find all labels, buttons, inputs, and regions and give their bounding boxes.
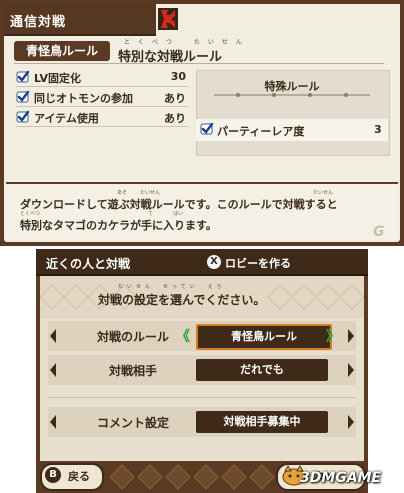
ruby-text: たいせん <box>313 190 334 196</box>
party-rarity-value: 3 <box>374 123 382 136</box>
checkmark-icon <box>200 122 214 135</box>
option-label: 対戦相手 <box>108 364 157 378</box>
option-value[interactable]: 対戦相手募集中 <box>196 411 328 433</box>
setting-label: LV固定化 <box>34 72 82 85</box>
party-rarity-label: パーティーレア度 <box>217 125 305 138</box>
ruby-text: とくべつ <box>20 211 40 217</box>
back-label[interactable]: 戻る <box>68 468 90 484</box>
row-divider <box>16 106 188 107</box>
top-screen-title: 通信対戦 <box>10 15 67 30</box>
row-divider <box>16 86 188 87</box>
x-button-icon[interactable]: X <box>207 255 221 269</box>
top-title-bar-spacer <box>180 4 400 34</box>
checkmark-icon <box>16 70 30 83</box>
ruby-text: たいせん <box>140 190 161 196</box>
row-divider <box>16 126 188 127</box>
setting-same-otomon: 同じオトモンの参加 あり <box>16 88 188 106</box>
setting-lv-fixed: LV固定化 30 <box>16 68 188 86</box>
setting-value: あり <box>164 92 186 105</box>
description-line-2: 特別なタマゴのカケラが手に入ります。 <box>20 219 217 232</box>
instruction-ruby: たいせん せってい えら <box>118 284 226 290</box>
option-row-comment[interactable]: コメント設定 対戦相手募集中 <box>48 407 356 437</box>
diamond-pattern-band <box>110 464 300 490</box>
red-emblem-icon <box>158 8 178 30</box>
arrow-left-icon <box>50 329 56 343</box>
ruby-text: はい <box>173 211 184 217</box>
selector-right-icon[interactable]: 》 <box>326 326 340 346</box>
ruby-text: あそ <box>117 190 128 196</box>
setting-label: 同じオトモンの参加 <box>34 92 133 105</box>
option-row-rule[interactable]: 対戦のルール 《 青怪鳥ルール 》 <box>48 321 356 351</box>
setting-value: 30 <box>170 70 186 83</box>
rule-name-ruby: とくべつ たいせん <box>124 39 250 46</box>
game-logo-icon: G <box>373 224 385 240</box>
setting-value: あり <box>164 112 186 125</box>
arrow-right-icon <box>348 363 354 377</box>
option-row-opponent[interactable]: 対戦相手 だれでも <box>48 355 356 385</box>
setting-item-use: アイテム使用 あり <box>16 108 188 126</box>
watermark-logo: 3DMGAME <box>300 470 382 486</box>
arrow-left-icon <box>50 415 56 429</box>
nearby-battle-title: 近くの人と対戦 <box>46 257 131 271</box>
create-lobby-label[interactable]: ロビーを作る <box>225 255 291 271</box>
checkmark-icon <box>16 90 30 103</box>
rule-divider <box>14 63 384 64</box>
option-value-selected[interactable]: 青怪鳥ルール <box>196 324 332 350</box>
instruction-text: 対戦の設定を選んでください。 <box>98 293 266 307</box>
b-button-icon[interactable]: B <box>45 467 61 483</box>
options-divider <box>48 397 356 398</box>
rule-badge: 青怪鳥ルール <box>14 41 110 61</box>
arrow-left-icon <box>50 363 56 377</box>
option-value[interactable]: だれでも <box>196 359 328 381</box>
setting-label: アイテム使用 <box>34 112 99 125</box>
checkmark-icon <box>16 110 30 123</box>
arrow-right-icon <box>348 415 354 429</box>
ornament-divider-icon <box>214 93 370 97</box>
selector-left-icon[interactable]: 《 <box>176 326 190 346</box>
option-label: コメント設定 <box>96 416 169 430</box>
arrow-right-icon <box>348 329 354 343</box>
ruby-text: て <box>148 211 154 217</box>
